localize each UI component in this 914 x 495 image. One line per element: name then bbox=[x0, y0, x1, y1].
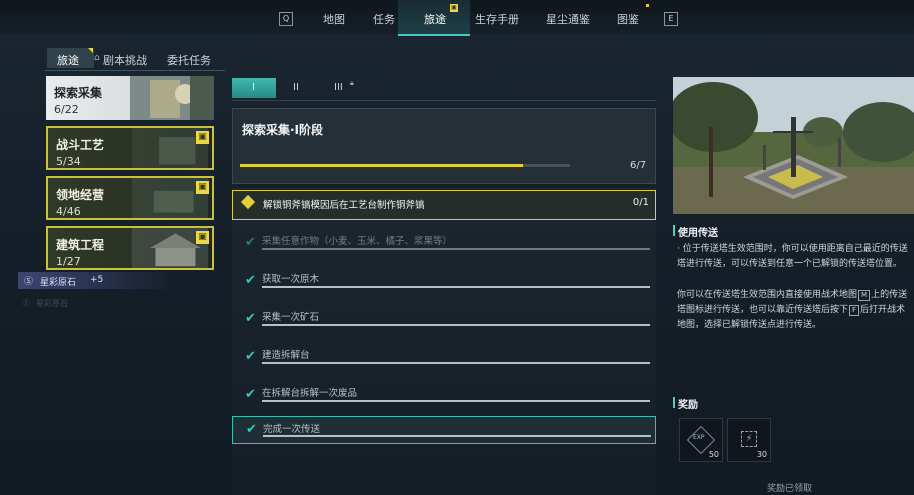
task-row[interactable]: ✔ 在拆解台拆解一次废品 bbox=[232, 382, 656, 412]
rewards-claimed-status: 奖励已领取 bbox=[767, 484, 813, 494]
e-key-hint[interactable]: E bbox=[664, 12, 678, 26]
lock-icon: ⌂ bbox=[94, 53, 100, 63]
diamond-icon bbox=[240, 194, 256, 210]
task-row[interactable]: ✔ 采集一次矿石 bbox=[232, 306, 656, 336]
category-card-explore[interactable]: 探索采集 6/22 bbox=[46, 76, 214, 120]
task-row[interactable]: ✔ 采集任意作物（小麦、玉米、橘子、浆果等） bbox=[232, 230, 656, 260]
gift-icon: ▣ bbox=[196, 231, 209, 244]
task-row[interactable]: ✔ 建造拆解台 bbox=[232, 344, 656, 374]
phase-tab-2[interactable]: II bbox=[293, 82, 299, 93]
reward-amount: +5 bbox=[90, 275, 104, 285]
reward-amount: 30 bbox=[756, 450, 767, 459]
category-count: 5/34 bbox=[56, 155, 81, 168]
phase-tab-1[interactable]: I bbox=[252, 82, 255, 93]
detail-description-1: · 位于传送塔生效范围时，你可以使用距离自己最近的传送塔进行传送，可以传送到任意… bbox=[677, 244, 908, 269]
subtab-divider bbox=[45, 70, 225, 71]
reward-amount: 50 bbox=[708, 450, 719, 459]
gift-icon: ▣ bbox=[196, 181, 209, 194]
check-icon: ✔ bbox=[245, 387, 256, 402]
rewards-heading: 奖励 bbox=[678, 400, 698, 411]
task-label: 解锁铜斧镐模因后在工艺台制作铜斧镐 bbox=[263, 200, 425, 211]
nav-tab-codex[interactable]: 图鉴 bbox=[617, 11, 639, 27]
section-accent bbox=[673, 225, 675, 236]
task-label: 采集一次矿石 bbox=[262, 312, 320, 323]
teleport-preview-image bbox=[673, 77, 914, 214]
check-icon: ✔ bbox=[245, 311, 256, 326]
reward-toast: Ⓢ 星彩原石 +5 bbox=[18, 272, 168, 289]
category-count: 6/22 bbox=[54, 103, 79, 116]
stardust-icon: ⚡ bbox=[741, 431, 757, 447]
reward-item-exp[interactable]: EXP 50 bbox=[679, 418, 723, 462]
nav-tab-tasks[interactable]: 任务 bbox=[373, 11, 395, 27]
category-thumbnail bbox=[130, 76, 214, 120]
quest-progress-fill bbox=[240, 164, 523, 167]
nav-tab-map[interactable]: 地图 bbox=[323, 11, 345, 27]
subtab-journey[interactable]: 旅途 bbox=[57, 52, 79, 68]
faded-toast-label: 星彩原石 bbox=[36, 299, 68, 308]
task-row-active[interactable]: 解锁铜斧镐模因后在工艺台制作铜斧镐 0/1 bbox=[232, 190, 656, 220]
exp-label: EXP bbox=[693, 434, 705, 441]
category-title: 探索采集 bbox=[54, 86, 103, 100]
nav-tab-survival-manual[interactable]: 生存手册 bbox=[475, 11, 519, 27]
quest-progress-text: 6/7 bbox=[630, 160, 647, 171]
stardust-stone-icon: Ⓢ bbox=[22, 299, 30, 308]
task-row[interactable]: ✔ 获取一次原木 bbox=[232, 268, 656, 298]
stardust-stone-icon: Ⓢ bbox=[24, 277, 34, 287]
task-label: 建造拆解台 bbox=[262, 350, 310, 361]
reward-label: 星彩原石 bbox=[40, 278, 77, 288]
nav-tab-journey[interactable]: 旅途 bbox=[424, 11, 446, 27]
task-label: 获取一次原木 bbox=[262, 274, 320, 285]
category-title: 战斗工艺 bbox=[56, 138, 105, 152]
lock-icon: 🔒︎ bbox=[350, 79, 354, 87]
f-key-hint: F bbox=[849, 305, 860, 316]
q-key-hint[interactable]: Q bbox=[279, 12, 293, 26]
subtab-commission[interactable]: 委托任务 bbox=[167, 52, 211, 68]
task-bar bbox=[262, 324, 650, 326]
detail-text: 你可以在传送塔生效范围内直接使用战术地图 bbox=[677, 290, 858, 300]
category-title: 领地经营 bbox=[56, 188, 105, 202]
task-bar bbox=[263, 435, 651, 437]
detail-description-2: 你可以在传送塔生效范围内直接使用战术地图 M 上的传送塔图标进行传送，也可以靠近传送… bbox=[677, 288, 913, 333]
task-label: 在拆解台拆解一次废品 bbox=[262, 388, 358, 399]
subtab-script-challenge[interactable]: 剧本挑战 bbox=[103, 52, 147, 68]
quest-header bbox=[232, 108, 656, 184]
check-icon: ✔ bbox=[245, 349, 256, 364]
check-icon: ✔ bbox=[246, 422, 257, 437]
notification-dot bbox=[646, 4, 649, 7]
category-title: 建筑工程 bbox=[56, 238, 105, 252]
task-count: 0/1 bbox=[632, 197, 649, 208]
category-count: 1/27 bbox=[56, 255, 81, 268]
task-bar bbox=[262, 362, 650, 364]
gift-icon: ▣ bbox=[196, 131, 209, 144]
reward-item-stardust[interactable]: ⚡ 30 bbox=[727, 418, 771, 462]
faded-toast: Ⓢ 星彩原石 bbox=[22, 298, 132, 310]
category-count: 4/46 bbox=[56, 205, 81, 218]
detail-heading: 使用传送 bbox=[678, 228, 718, 239]
phase-divider bbox=[232, 100, 656, 101]
nav-tab-stardust[interactable]: 星尘通鉴 bbox=[546, 11, 590, 27]
task-bar bbox=[262, 400, 650, 402]
check-icon: ✔ bbox=[245, 235, 256, 250]
task-row-highlighted[interactable]: ✔ 完成一次传送 bbox=[232, 416, 656, 444]
m-key-hint: M bbox=[858, 290, 871, 301]
category-card-construction[interactable]: ▣ 建筑工程 1/27 bbox=[46, 226, 214, 270]
check-icon: ✔ bbox=[245, 273, 256, 288]
category-card-combat-craft[interactable]: ▣ 战斗工艺 5/34 bbox=[46, 126, 214, 170]
task-bar bbox=[262, 248, 650, 250]
task-bar bbox=[262, 286, 650, 288]
subtab-corner-mark bbox=[88, 48, 93, 53]
task-label: 采集任意作物（小麦、玉米、橘子、浆果等） bbox=[262, 236, 453, 247]
phase-tab-3[interactable]: III bbox=[334, 82, 343, 93]
task-label: 完成一次传送 bbox=[263, 424, 321, 435]
category-card-territory[interactable]: ▣ 领地经营 4/46 bbox=[46, 176, 214, 220]
gift-icon: ▣ bbox=[450, 4, 458, 12]
quest-title: 探索采集·I阶段 bbox=[242, 123, 324, 137]
section-accent bbox=[673, 397, 675, 408]
